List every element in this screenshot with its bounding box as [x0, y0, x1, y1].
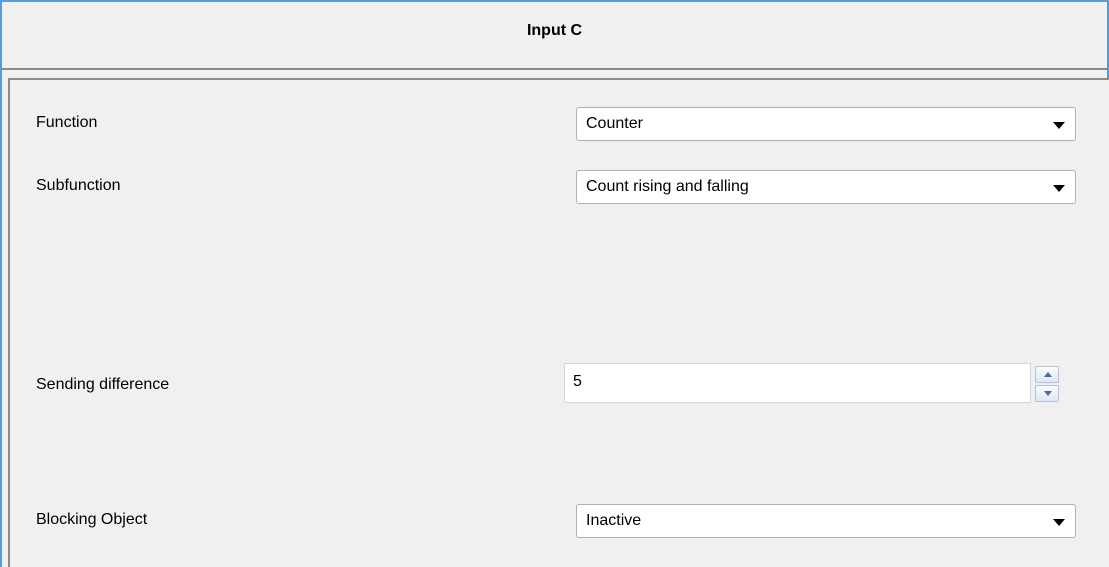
- blocking-object-dropdown[interactable]: Inactive: [576, 504, 1076, 538]
- subfunction-dropdown-value: Count rising and falling: [586, 178, 749, 195]
- sending-difference-label: Sending difference: [36, 376, 170, 393]
- stepper-up-button[interactable]: [1035, 366, 1059, 383]
- sending-difference-input[interactable]: 5: [564, 363, 1031, 403]
- arrow-up-icon: [1044, 372, 1052, 377]
- blocking-object-label: Blocking Object: [36, 511, 148, 528]
- subfunction-label: Subfunction: [36, 177, 121, 194]
- chevron-down-icon: [1053, 185, 1065, 192]
- function-dropdown[interactable]: Counter: [576, 107, 1076, 141]
- blocking-object-dropdown-value: Inactive: [586, 512, 642, 529]
- dialog-window: Input C Function Counter Subfunction Cou…: [0, 0, 1109, 567]
- arrow-down-icon: [1044, 391, 1052, 396]
- settings-panel: Function Counter Subfunction Count risin…: [8, 78, 1109, 567]
- chevron-down-icon: [1053, 519, 1065, 526]
- subfunction-dropdown[interactable]: Count rising and falling: [576, 170, 1076, 204]
- header-bar: Input C: [2, 2, 1107, 70]
- function-label: Function: [36, 114, 98, 131]
- window-frame-left: [0, 0, 2, 567]
- stepper-down-button[interactable]: [1035, 385, 1059, 402]
- function-dropdown-value: Counter: [586, 115, 643, 132]
- page-title: Input C: [526, 22, 583, 39]
- sending-difference-stepper: [1035, 366, 1059, 402]
- chevron-down-icon: [1053, 122, 1065, 129]
- sending-difference-value: 5: [573, 373, 582, 390]
